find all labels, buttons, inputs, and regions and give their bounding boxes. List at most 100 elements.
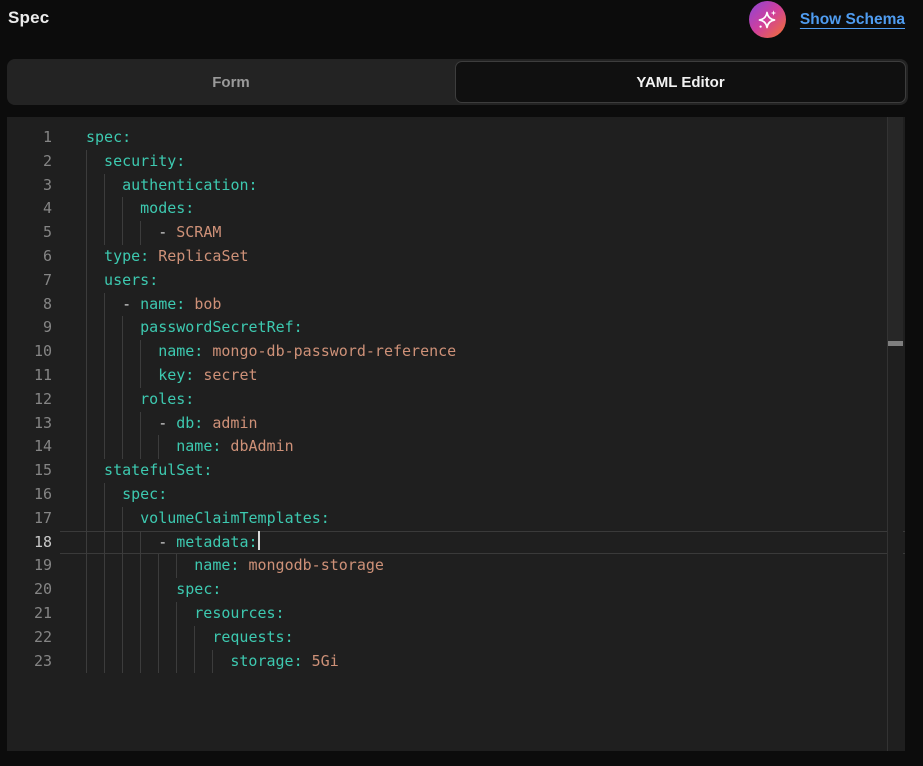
indent-guide bbox=[140, 412, 158, 436]
indent-guide bbox=[176, 602, 194, 626]
editor-scrollbar[interactable] bbox=[887, 117, 903, 751]
indent-guide bbox=[86, 459, 104, 483]
indent-guide bbox=[86, 150, 104, 174]
editor-line-8[interactable]: 8- name: bob bbox=[7, 293, 905, 317]
indent-guide bbox=[104, 174, 122, 198]
indent-guide bbox=[86, 221, 104, 245]
yaml-key: name: bbox=[194, 556, 239, 574]
code-text: name: dbAdmin bbox=[60, 435, 905, 459]
indent-guide bbox=[176, 554, 194, 578]
yaml-key: resources: bbox=[194, 604, 284, 622]
yaml-key: modes: bbox=[140, 199, 194, 217]
yaml-key: name: bbox=[158, 342, 203, 360]
editor-line-9[interactable]: 9passwordSecretRef: bbox=[7, 316, 905, 340]
editor-line-15[interactable]: 15statefulSet: bbox=[7, 459, 905, 483]
sparkle-icon[interactable] bbox=[749, 1, 786, 38]
yaml-key: security: bbox=[104, 152, 185, 170]
indent-guide bbox=[104, 435, 122, 459]
editor-line-11[interactable]: 11 key: secret bbox=[7, 364, 905, 388]
indent-guide bbox=[176, 626, 194, 650]
editor-line-5[interactable]: 5- SCRAM bbox=[7, 221, 905, 245]
indent-guide bbox=[194, 626, 212, 650]
editor-line-19[interactable]: 19 name: mongodb-storage bbox=[7, 554, 905, 578]
editor-line-23[interactable]: 23storage: 5Gi bbox=[7, 650, 905, 674]
yaml-key: spec: bbox=[176, 580, 221, 598]
indent-guide bbox=[176, 650, 194, 674]
indent-guide bbox=[158, 578, 176, 602]
line-number: 4 bbox=[7, 197, 52, 221]
editor-line-4[interactable]: 4 modes: bbox=[7, 197, 905, 221]
editor-line-2[interactable]: 2security: bbox=[7, 150, 905, 174]
indent-guide bbox=[158, 626, 176, 650]
editor-line-22[interactable]: 22requests: bbox=[7, 626, 905, 650]
yaml-editor[interactable]: 1 spec: 2security:3authentication:4 modes: 5… bbox=[7, 117, 905, 751]
editor-line-13[interactable]: 13- db: admin bbox=[7, 412, 905, 436]
line-number: 20 bbox=[7, 578, 52, 602]
editor-line-7[interactable]: 7users: bbox=[7, 269, 905, 293]
line-number: 17 bbox=[7, 507, 52, 531]
indent-guide bbox=[86, 293, 104, 317]
yaml-key: type: bbox=[104, 247, 149, 265]
indent-guide bbox=[104, 507, 122, 531]
sparkle-glyph bbox=[755, 8, 779, 32]
editor-line-21[interactable]: 21resources: bbox=[7, 602, 905, 626]
tab-yaml-editor[interactable]: YAML Editor bbox=[455, 61, 906, 103]
editor-line-17[interactable]: 17 volumeClaimTemplates: bbox=[7, 507, 905, 531]
indent-guide bbox=[158, 435, 176, 459]
code-text: spec: bbox=[60, 126, 905, 150]
indent-guide bbox=[86, 174, 104, 198]
indent-guide bbox=[122, 412, 140, 436]
editor-line-16[interactable]: 16spec: bbox=[7, 483, 905, 507]
code-text: name: mongo-db-password-reference bbox=[60, 340, 905, 364]
yaml-key: spec: bbox=[86, 128, 131, 146]
code-text: volumeClaimTemplates: bbox=[60, 507, 905, 531]
editor-line-20[interactable]: 20 spec: bbox=[7, 578, 905, 602]
line-number: 3 bbox=[7, 174, 52, 198]
show-schema-link[interactable]: Show Schema bbox=[800, 11, 905, 29]
indent-guide bbox=[158, 602, 176, 626]
line-number: 19 bbox=[7, 554, 52, 578]
editor-lines: 1 spec: 2security:3authentication:4 modes: 5… bbox=[7, 126, 905, 673]
yaml-key: requests: bbox=[212, 628, 293, 646]
line-number: 11 bbox=[7, 364, 52, 388]
line-number: 9 bbox=[7, 316, 52, 340]
yaml-value: mongo-db-password-reference bbox=[212, 342, 456, 360]
indent-guide bbox=[122, 221, 140, 245]
yaml-key: roles: bbox=[140, 390, 194, 408]
indent-guide bbox=[158, 554, 176, 578]
editor-line-6[interactable]: 6type: ReplicaSet bbox=[7, 245, 905, 269]
yaml-key: statefulSet: bbox=[104, 461, 212, 479]
yaml-value: mongodb-storage bbox=[248, 556, 383, 574]
yaml-key: name: bbox=[140, 295, 185, 313]
indent-guide bbox=[104, 412, 122, 436]
indent-guide bbox=[86, 435, 104, 459]
code-text: resources: bbox=[60, 602, 905, 626]
tab-form[interactable]: Form bbox=[7, 59, 455, 105]
editor-line-12[interactable]: 12roles: bbox=[7, 388, 905, 412]
editor-line-18[interactable]: 18- metadata: bbox=[7, 531, 905, 555]
indent-guide bbox=[104, 483, 122, 507]
editor-line-14[interactable]: 14name: dbAdmin bbox=[7, 435, 905, 459]
indent-guide bbox=[212, 650, 230, 674]
indent-guide bbox=[122, 316, 140, 340]
code-text: modes: bbox=[60, 197, 905, 221]
code-text: requests: bbox=[60, 626, 905, 650]
yaml-key: name: bbox=[176, 437, 221, 455]
indent-guide bbox=[104, 578, 122, 602]
indent-guide bbox=[122, 340, 140, 364]
indent-guide bbox=[122, 578, 140, 602]
code-text: key: secret bbox=[60, 364, 905, 388]
line-number: 1 bbox=[7, 126, 52, 150]
editor-line-3[interactable]: 3authentication: bbox=[7, 174, 905, 198]
yaml-dash: - bbox=[158, 533, 176, 551]
indent-guide bbox=[86, 626, 104, 650]
scrollbar-slider[interactable] bbox=[888, 117, 903, 341]
indent-guide bbox=[140, 364, 158, 388]
indent-guide bbox=[104, 388, 122, 412]
indent-guide bbox=[140, 435, 158, 459]
editor-line-1[interactable]: 1 spec: bbox=[7, 126, 905, 150]
indent-guide bbox=[86, 531, 104, 555]
line-number: 16 bbox=[7, 483, 52, 507]
editor-line-10[interactable]: 10name: mongo-db-password-reference bbox=[7, 340, 905, 364]
code-text: - name: bob bbox=[60, 293, 905, 317]
